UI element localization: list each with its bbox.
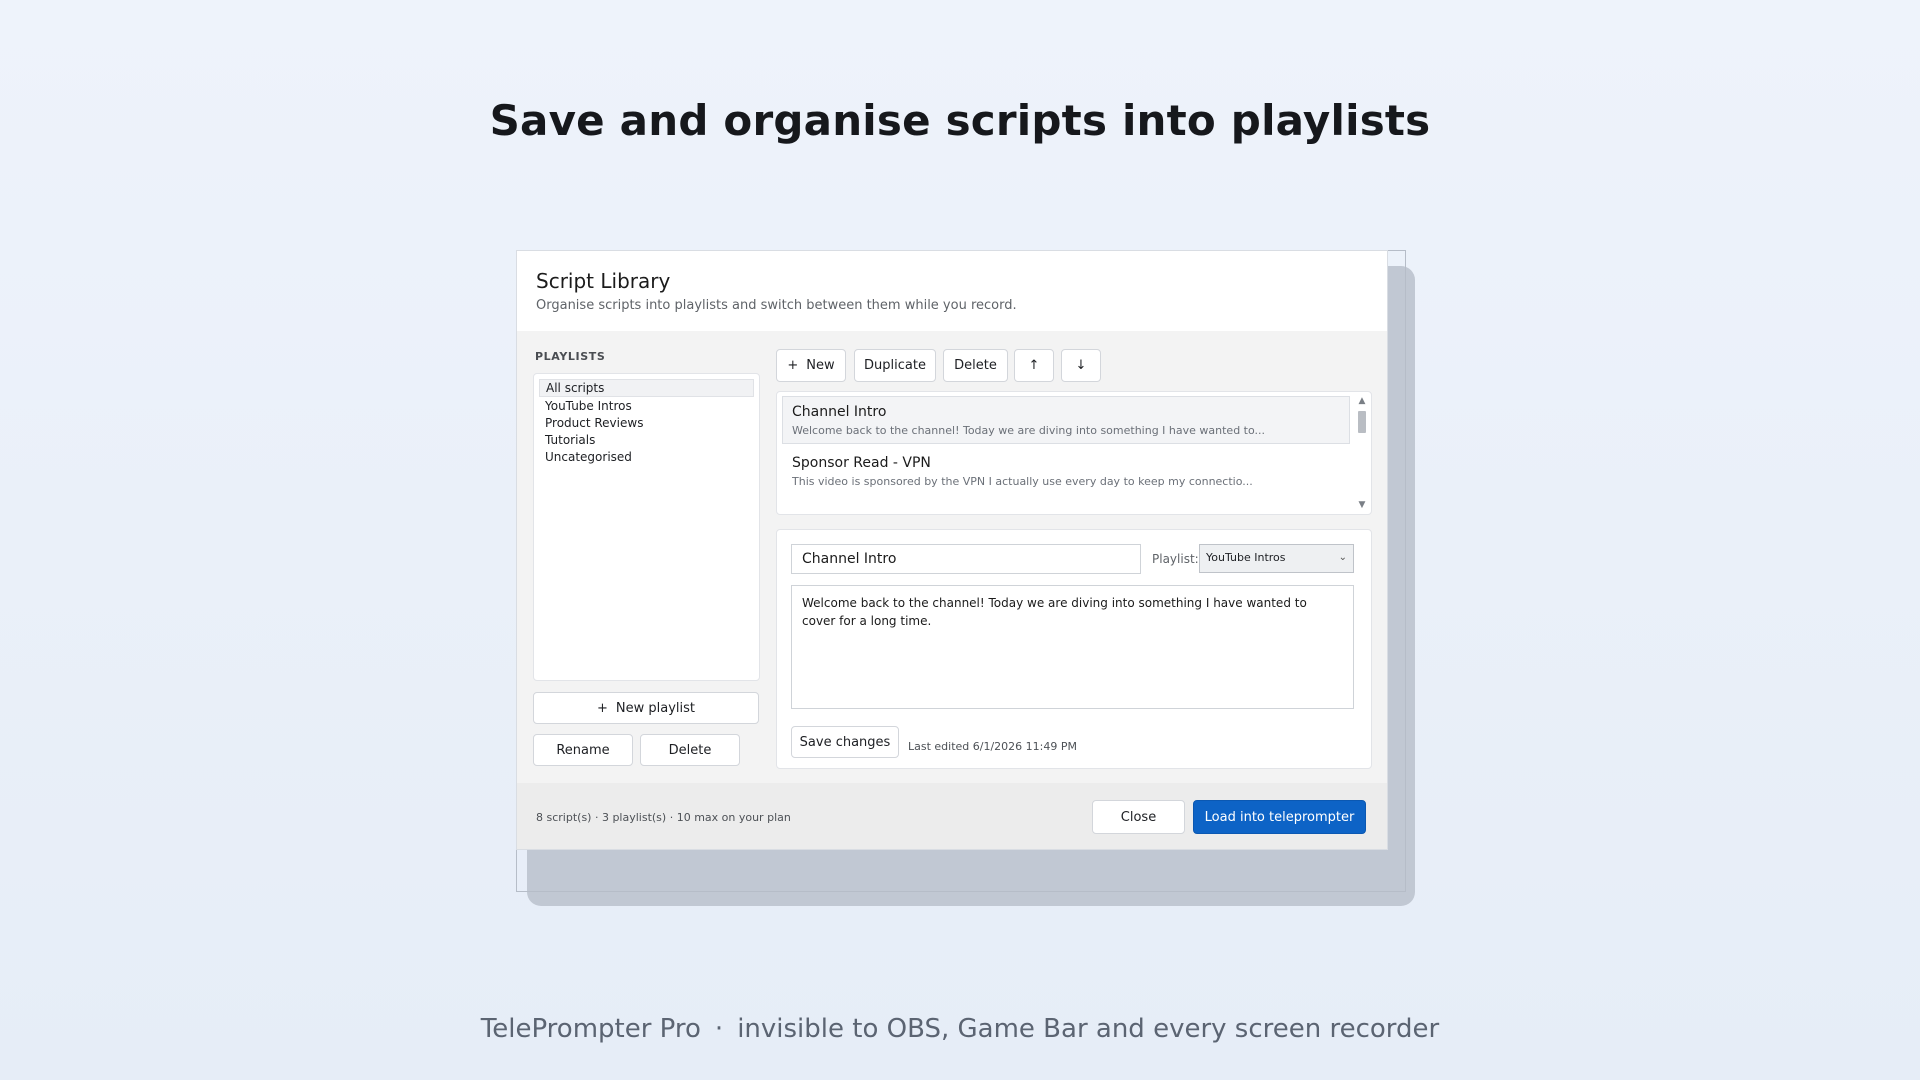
- script-library-window: Script Library Organise scripts into pla…: [517, 251, 1387, 849]
- save-changes-button[interactable]: Save changes: [791, 726, 899, 758]
- new-playlist-label: New playlist: [615, 700, 695, 716]
- playlists-heading: PLAYLISTS: [535, 350, 606, 363]
- page-headline: Save and organise scripts into playlists: [489, 96, 1431, 145]
- script-preview: This video is sponsored by the VPN I act…: [792, 475, 1253, 488]
- new-script-label: New: [806, 358, 835, 373]
- playlist-select[interactable]: YouTube Intros ⌄: [1199, 544, 1354, 573]
- window-title: Script Library: [536, 269, 671, 293]
- script-preview: Welcome back to the channel! Today we ar…: [792, 424, 1266, 437]
- tagline-separator: ·: [714, 1014, 724, 1044]
- playlist-item-tutorials[interactable]: Tutorials: [539, 431, 744, 449]
- tagline-text: invisible to OBS, Game Bar and every scr…: [737, 1014, 1440, 1044]
- arrow-down-icon: ↓: [1075, 358, 1087, 373]
- arrow-up-icon: ↑: [1028, 358, 1040, 373]
- script-body-textarea[interactable]: Welcome back to the channel! Today we ar…: [791, 585, 1354, 709]
- new-playlist-button[interactable]: + New playlist: [533, 692, 759, 724]
- scroll-up-icon[interactable]: ▲: [1355, 396, 1369, 406]
- plus-icon: +: [596, 700, 608, 716]
- script-item-sponsor-read[interactable]: Sponsor Read - VPN This video is sponsor…: [782, 447, 1350, 495]
- close-button[interactable]: Close: [1092, 800, 1185, 834]
- script-name-input[interactable]: Channel Intro: [791, 544, 1141, 574]
- chevron-down-icon: ⌄: [1338, 552, 1347, 563]
- window-header: Script Library Organise scripts into pla…: [517, 251, 1387, 331]
- library-stats: 8 script(s) · 3 playlist(s) · 10 max on …: [536, 811, 791, 824]
- scroll-down-icon[interactable]: ▼: [1355, 500, 1369, 510]
- playlist-item-all-scripts[interactable]: All scripts: [539, 379, 754, 397]
- tagline-product: TelePrompter Pro: [480, 1014, 701, 1044]
- script-list-scrollbar[interactable]: ▲ ▼: [1355, 396, 1369, 510]
- script-title: Channel Intro: [792, 404, 887, 420]
- move-down-button[interactable]: ↓: [1061, 349, 1101, 382]
- playlist-item-youtube-intros[interactable]: YouTube Intros: [539, 397, 744, 415]
- delete-script-button[interactable]: Delete: [943, 349, 1008, 382]
- rename-playlist-button[interactable]: Rename: [533, 734, 633, 766]
- plus-icon: +: [787, 358, 799, 373]
- script-editor: Channel Intro Playlist: YouTube Intros ⌄…: [776, 529, 1372, 769]
- script-list: Channel Intro Welcome back to the channe…: [776, 391, 1372, 515]
- playlist-select-value: YouTube Intros: [1206, 551, 1286, 564]
- load-into-teleprompter-button[interactable]: Load into teleprompter: [1193, 800, 1366, 834]
- duplicate-script-button[interactable]: Duplicate: [854, 349, 936, 382]
- last-edited-text: Last edited 6/1/2026 11:49 PM: [908, 740, 1077, 753]
- delete-playlist-button[interactable]: Delete: [640, 734, 740, 766]
- script-item-channel-intro[interactable]: Channel Intro Welcome back to the channe…: [782, 396, 1350, 444]
- new-script-button[interactable]: + New: [776, 349, 846, 382]
- playlist-item-product-reviews[interactable]: Product Reviews: [539, 414, 744, 432]
- script-title: Sponsor Read - VPN: [792, 455, 931, 471]
- move-up-button[interactable]: ↑: [1014, 349, 1054, 382]
- playlist-item-uncategorised[interactable]: Uncategorised: [539, 448, 744, 466]
- playlist-list: All scripts YouTube Intros Product Revie…: [533, 373, 760, 681]
- scrollbar-thumb[interactable]: [1358, 411, 1366, 433]
- playlist-select-label: Playlist:: [1152, 552, 1199, 566]
- window-subtitle: Organise scripts into playlists and swit…: [536, 298, 1017, 313]
- tagline: TelePrompter Pro · invisible to OBS, Game …: [0, 1014, 1920, 1044]
